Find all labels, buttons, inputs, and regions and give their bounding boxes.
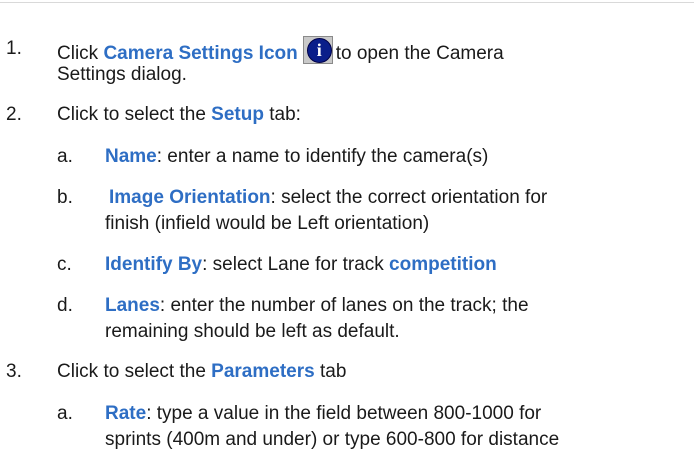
substep-2d-text: : enter the number of lanes on the track… [159, 295, 529, 316]
instruction-page: 1. Click Camera Settings Icon i to open th… [0, 0, 694, 472]
substep-2a-line-1: Name: enter a name to identify the camer… [105, 144, 488, 170]
substep-2d-line-1: Lanes: enter the number of lanes on the … [105, 293, 529, 319]
step-1-post-text: to open the Camera [335, 43, 504, 64]
substep-3a-line-1: Rate: type a value in the field between … [105, 401, 541, 427]
substep-3a-line-2: sprints (400m and under) or type 600-800… [105, 429, 560, 450]
substep-2c-line-1: Identify By: select Lane for track compe… [105, 252, 497, 278]
info-icon: i [302, 36, 333, 64]
lanes-label: Lanes [105, 295, 160, 316]
substep-2a-letter: a. [57, 146, 73, 167]
step-2-post-text: tab: [263, 104, 301, 125]
substep-3a-text: : type a value in the field between 800-… [146, 403, 542, 424]
step-1-pre-text: Click [57, 43, 104, 64]
camera-settings-icon-label: Camera Settings Icon [103, 43, 298, 64]
step-2-number: 2. [6, 104, 22, 125]
substep-2c-letter: c. [57, 254, 72, 275]
info-icon-disc: i [306, 38, 332, 63]
step-3-number: 3. [6, 361, 22, 382]
parameters-tab-label: Parameters [211, 361, 315, 382]
top-divider [0, 2, 694, 3]
identify-by-label: Identify By [105, 254, 203, 275]
step-1-number: 1. [6, 38, 22, 59]
substep-2b-line-2: finish (infield would be Left orientatio… [105, 213, 430, 234]
step-3-post-text: tab [314, 361, 347, 382]
image-orientation-label: Image Orientation [109, 187, 271, 208]
info-icon-glyph: i [316, 40, 322, 60]
substep-3a-letter: a. [57, 403, 73, 424]
substep-2c-text: : select Lane for track [202, 254, 390, 275]
substep-2a-text: : enter a name to identify the camera(s) [156, 146, 489, 167]
rate-label: Rate [105, 403, 147, 424]
step-2-line-1: Click to select the Setup tab: [57, 102, 301, 128]
substep-2b-text: : select the correct orientation for [270, 187, 548, 208]
step-1-line-2: Settings dialog. [57, 64, 187, 85]
step-3-pre-text: Click to select the [57, 361, 212, 382]
substep-2d-line-2: remaining should be left as default. [105, 321, 400, 342]
name-field-label: Name [105, 146, 157, 167]
competition-label: competition [389, 254, 497, 275]
substep-2b-line-1: Image Orientation: select the correct or… [109, 185, 547, 211]
setup-tab-label: Setup [211, 104, 264, 125]
step-3-line-1: Click to select the Parameters tab [57, 359, 346, 385]
substep-2d-letter: d. [57, 295, 73, 316]
step-2-pre-text: Click to select the [57, 104, 212, 125]
substep-2b-letter: b. [57, 187, 73, 208]
